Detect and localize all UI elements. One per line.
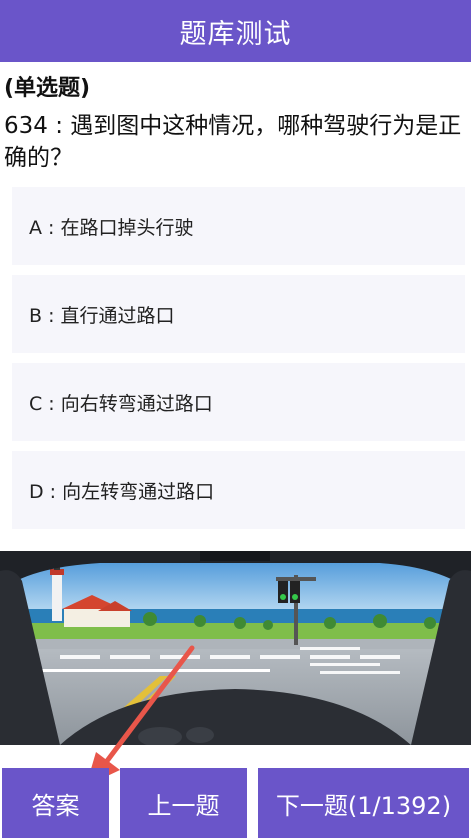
answer-button[interactable]: 答案	[2, 768, 109, 838]
prev-question-button[interactable]: 上一题	[120, 768, 247, 838]
prev-question-button-label: 上一题	[147, 791, 220, 820]
answer-button-label: 答案	[31, 791, 80, 820]
next-question-button[interactable]: 下一题(1/1392)	[258, 768, 469, 838]
next-question-button-label: 下一题(1/1392)	[275, 791, 452, 820]
annotation-arrow-icon	[86, 645, 195, 786]
